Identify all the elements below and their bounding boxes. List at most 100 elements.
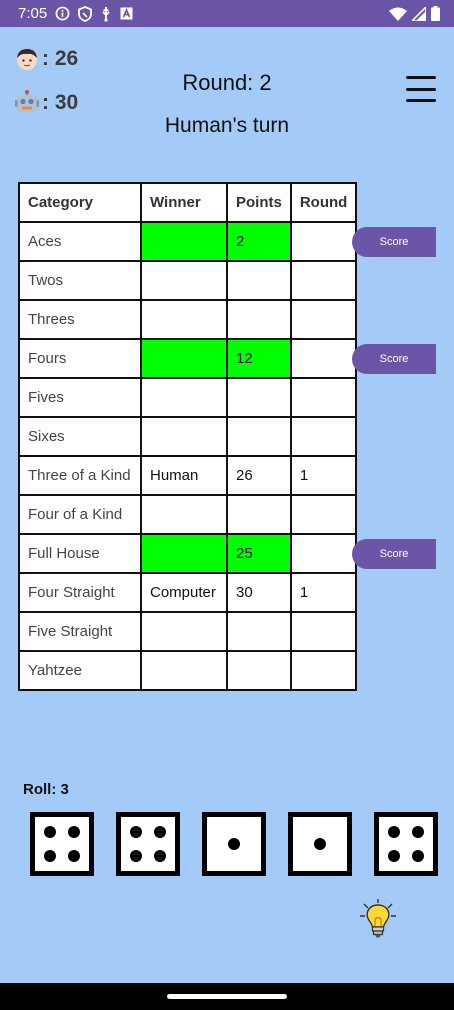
table-header-row: Category Winner Points Round bbox=[18, 182, 358, 223]
table-row: Fives bbox=[18, 377, 358, 418]
table-row: Five Straight bbox=[18, 611, 358, 652]
die-4[interactable] bbox=[288, 812, 352, 876]
winner-cell bbox=[140, 416, 228, 457]
die-pip bbox=[129, 825, 142, 838]
table-row: Three of a Kind Human 26 1 bbox=[18, 455, 358, 496]
die-pip bbox=[412, 850, 425, 863]
die-pip bbox=[129, 850, 142, 863]
roll-counter: Roll: 3 bbox=[23, 781, 69, 798]
round-cell: 1 bbox=[289, 455, 358, 496]
cellular-signal-icon bbox=[412, 6, 426, 21]
scorecard-body: Aces 2 Twos Threes Fours 12 Fives Sixes Three of… bbox=[18, 221, 358, 691]
header-category: Category bbox=[18, 182, 142, 223]
table-row: Four Straight Computer 30 1 bbox=[18, 572, 358, 613]
winner-cell bbox=[140, 650, 228, 691]
table-row: Sixes bbox=[18, 416, 358, 457]
round-cell bbox=[289, 650, 358, 691]
menu-button[interactable] bbox=[406, 76, 436, 102]
text-a-icon bbox=[120, 7, 133, 20]
die-pip bbox=[43, 850, 56, 863]
points-cell bbox=[226, 299, 292, 340]
hamburger-icon bbox=[406, 76, 436, 79]
die-pip bbox=[228, 838, 240, 850]
table-row: Twos bbox=[18, 260, 358, 301]
winner-cell bbox=[140, 260, 228, 301]
points-cell: 2 bbox=[226, 221, 292, 262]
status-time: 7:05 bbox=[18, 5, 48, 22]
die-1[interactable] bbox=[30, 812, 94, 876]
lightbulb-icon[interactable] bbox=[358, 898, 398, 942]
score-button-full-house[interactable]: Score bbox=[352, 539, 436, 569]
winner-cell: Human bbox=[140, 455, 228, 496]
points-cell: 26 bbox=[226, 455, 292, 496]
round-cell bbox=[289, 533, 358, 574]
winner-cell bbox=[140, 611, 228, 652]
header-round: Round bbox=[289, 182, 358, 223]
category-cell: Fives bbox=[18, 377, 142, 418]
category-cell: Threes bbox=[18, 299, 142, 340]
score-button-aces[interactable]: Score bbox=[352, 227, 436, 257]
winner-cell bbox=[140, 338, 228, 379]
winner-cell bbox=[140, 299, 228, 340]
table-row: Fours 12 bbox=[18, 338, 358, 379]
home-gesture-handle[interactable] bbox=[167, 994, 287, 999]
category-cell: Four of a Kind bbox=[18, 494, 142, 535]
round-cell bbox=[289, 377, 358, 418]
category-cell: Aces bbox=[18, 221, 142, 262]
points-cell bbox=[226, 650, 292, 691]
points-cell bbox=[226, 494, 292, 535]
winner-cell bbox=[140, 221, 228, 262]
header-winner: Winner bbox=[140, 182, 228, 223]
round-indicator: Round: 2 bbox=[182, 70, 272, 95]
header-points: Points bbox=[226, 182, 292, 223]
round-cell bbox=[289, 338, 358, 379]
category-cell: Three of a Kind bbox=[18, 455, 142, 496]
round-cell bbox=[289, 221, 358, 262]
status-bar: 7:05 bbox=[0, 0, 454, 27]
battery-icon bbox=[431, 6, 440, 21]
points-cell bbox=[226, 611, 292, 652]
category-cell: Sixes bbox=[18, 416, 142, 457]
info-icon bbox=[55, 6, 70, 21]
navigation-bar bbox=[0, 983, 454, 1010]
category-cell: Yahtzee bbox=[18, 650, 142, 691]
die-2[interactable] bbox=[116, 812, 180, 876]
die-pip bbox=[68, 825, 81, 838]
round-cell: 1 bbox=[289, 572, 358, 613]
shield-icon bbox=[78, 5, 93, 22]
die-3[interactable] bbox=[202, 812, 266, 876]
round-cell bbox=[289, 611, 358, 652]
human-score: : 26 bbox=[14, 46, 78, 72]
wifi-icon bbox=[389, 7, 407, 21]
scorecard-table: Category Winner Points Round Aces 2 Twos Th… bbox=[18, 182, 358, 691]
table-row: Threes bbox=[18, 299, 358, 340]
die-pip bbox=[412, 825, 425, 838]
die-pip bbox=[387, 850, 400, 863]
die-pip bbox=[154, 825, 167, 838]
points-cell: 25 bbox=[226, 533, 292, 574]
category-cell: Twos bbox=[18, 260, 142, 301]
table-row: Aces 2 bbox=[18, 221, 358, 262]
table-row: Four of a Kind bbox=[18, 494, 358, 535]
round-cell bbox=[289, 494, 358, 535]
die-pip bbox=[154, 850, 167, 863]
human-score-value: : 26 bbox=[42, 47, 79, 70]
winner-cell bbox=[140, 494, 228, 535]
winner-cell bbox=[140, 377, 228, 418]
points-cell bbox=[226, 260, 292, 301]
turn-indicator: Human's turn bbox=[164, 114, 290, 137]
round-cell bbox=[289, 299, 358, 340]
category-cell: Four Straight bbox=[18, 572, 142, 613]
points-cell: 12 bbox=[226, 338, 292, 379]
die-pip bbox=[43, 825, 56, 838]
category-cell: Five Straight bbox=[18, 611, 142, 652]
usb-icon bbox=[100, 6, 112, 22]
human-face-icon bbox=[17, 49, 37, 70]
round-cell bbox=[289, 416, 358, 457]
category-cell: Full House bbox=[18, 533, 142, 574]
die-5[interactable] bbox=[374, 812, 438, 876]
points-cell bbox=[226, 416, 292, 457]
score-button-fours[interactable]: Score bbox=[352, 344, 436, 374]
category-cell: Fours bbox=[18, 338, 142, 379]
points-cell: 30 bbox=[226, 572, 292, 613]
